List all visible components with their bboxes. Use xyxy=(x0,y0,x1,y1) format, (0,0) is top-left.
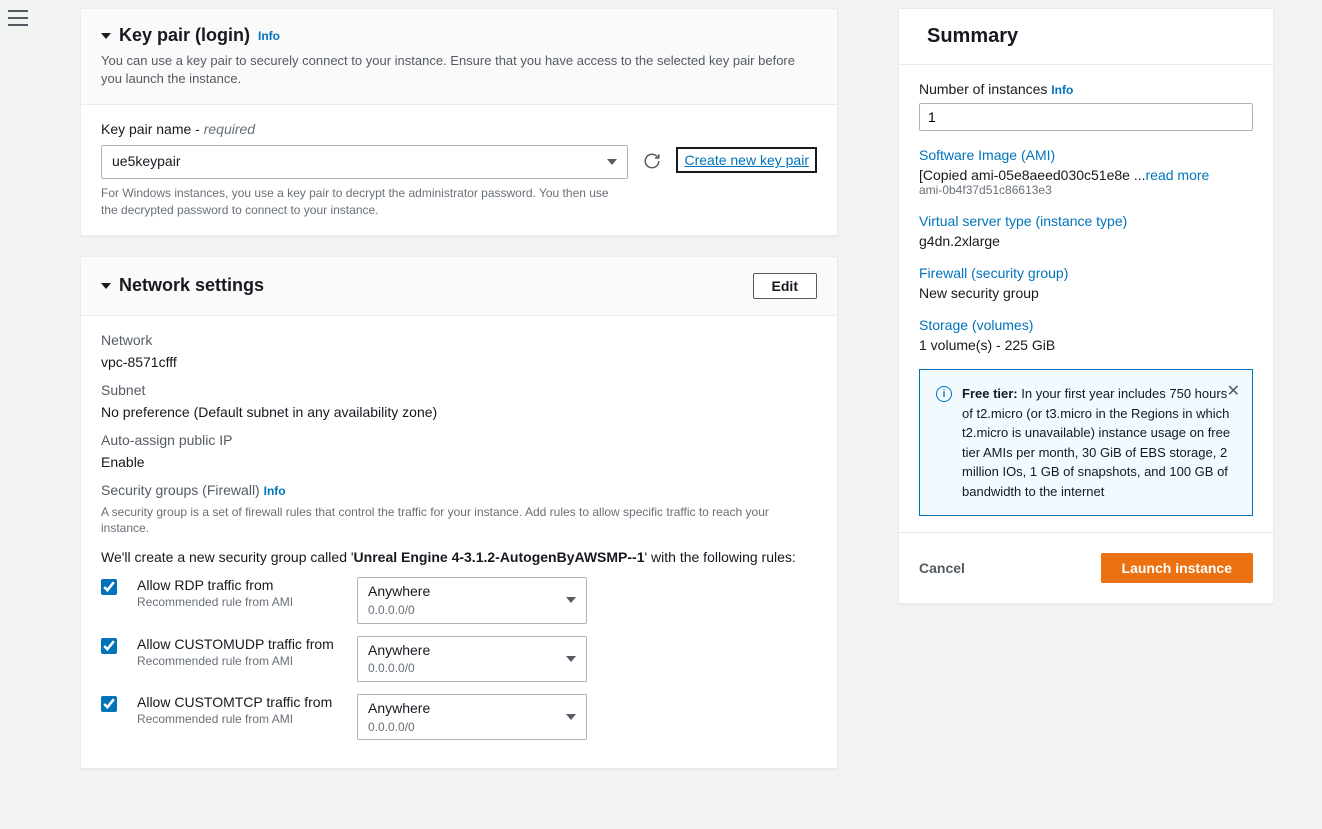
info-icon: i xyxy=(936,386,952,402)
sg-rule-recommended: Recommended rule from AMI xyxy=(137,654,337,668)
sg-rule-label: Allow CUSTOMTCP traffic from xyxy=(137,694,337,710)
keypair-help: For Windows instances, you use a key pai… xyxy=(101,185,628,219)
network-label: Network xyxy=(101,332,817,348)
free-tier-notice: i Free tier: In your first year includes… xyxy=(919,369,1253,516)
chevron-down-icon xyxy=(566,714,576,720)
sg-rule-source-select[interactable]: Anywhere 0.0.0.0/0 xyxy=(357,577,587,623)
summary-ami-id: ami-0b4f37d51c86613e3 xyxy=(919,183,1253,197)
num-instances-label: Number of instances Info xyxy=(919,81,1073,97)
chevron-down-icon xyxy=(101,283,111,289)
sg-desc: A security group is a set of firewall ru… xyxy=(101,504,817,538)
network-value: vpc-8571cfff xyxy=(101,354,817,370)
num-instances-input[interactable] xyxy=(919,103,1253,131)
chevron-down-icon xyxy=(566,597,576,603)
summary-firewall-link[interactable]: Firewall (security group) xyxy=(919,265,1253,281)
security-groups-label: Security groups (Firewall) Info xyxy=(101,482,817,498)
sg-info-link[interactable]: Info xyxy=(264,484,286,498)
network-title: Network settings xyxy=(119,275,264,296)
summary-storage-link[interactable]: Storage (volumes) xyxy=(919,317,1253,333)
keypair-info-link[interactable]: Info xyxy=(258,29,280,43)
keypair-select-value: ue5keypair xyxy=(112,153,181,169)
sg-rule-source-select[interactable]: Anywhere 0.0.0.0/0 xyxy=(357,636,587,682)
sg-rule-recommended: Recommended rule from AMI xyxy=(137,595,337,609)
summary-firewall-value: New security group xyxy=(919,285,1253,301)
subnet-label: Subnet xyxy=(101,382,817,398)
sg-rule-checkbox[interactable] xyxy=(101,696,117,712)
chevron-down-icon xyxy=(101,33,111,39)
sg-rule-row: Allow RDP traffic from Recommended rule … xyxy=(101,577,817,623)
sg-rule-label: Allow CUSTOMUDP traffic from xyxy=(137,636,337,652)
sg-rule-row: Allow CUSTOMTCP traffic from Recommended… xyxy=(101,694,817,740)
keypair-desc: You can use a key pair to securely conne… xyxy=(101,52,817,88)
public-ip-label: Auto-assign public IP xyxy=(101,432,817,448)
num-instances-info-link[interactable]: Info xyxy=(1051,83,1073,97)
summary-type-value: g4dn.2xlarge xyxy=(919,233,1253,249)
menu-toggle[interactable] xyxy=(8,10,28,26)
keypair-panel: Key pair (login) Info You can use a key … xyxy=(80,8,838,236)
summary-ami-link[interactable]: Software Image (AMI) xyxy=(919,147,1253,163)
sg-rule-row: Allow CUSTOMUDP traffic from Recommended… xyxy=(101,636,817,682)
summary-ami-value: [Copied ami-05e8aeed030c51e8e ...read mo… xyxy=(919,167,1253,183)
readmore-link[interactable]: read more xyxy=(1146,167,1210,183)
chevron-down-icon xyxy=(566,656,576,662)
refresh-icon[interactable] xyxy=(642,151,662,171)
sg-rule-checkbox[interactable] xyxy=(101,638,117,654)
chevron-down-icon xyxy=(607,159,617,165)
cancel-button[interactable]: Cancel xyxy=(919,560,965,576)
summary-title: Summary xyxy=(927,25,1018,48)
launch-instance-button[interactable]: Launch instance xyxy=(1101,553,1253,583)
summary-header-toggle[interactable]: Summary xyxy=(899,9,1273,64)
sg-rule-label: Allow RDP traffic from xyxy=(137,577,337,593)
close-icon[interactable]: ✕ xyxy=(1227,380,1240,404)
create-keypair-link[interactable]: Create new key pair xyxy=(676,147,817,173)
sg-rule-recommended: Recommended rule from AMI xyxy=(137,712,337,726)
subnet-value: No preference (Default subnet in any ava… xyxy=(101,404,817,420)
public-ip-value: Enable xyxy=(101,454,817,470)
sg-create-text: We'll create a new security group called… xyxy=(101,549,817,565)
keypair-header-toggle[interactable]: Key pair (login) Info xyxy=(101,25,817,46)
edit-network-button[interactable]: Edit xyxy=(753,273,817,299)
network-panel: Network settings Edit Network vpc-8571cf… xyxy=(80,256,838,770)
sg-rule-source-select[interactable]: Anywhere 0.0.0.0/0 xyxy=(357,694,587,740)
keypair-title: Key pair (login) xyxy=(119,25,250,46)
sg-rule-checkbox[interactable] xyxy=(101,579,117,595)
summary-panel: Summary Number of instances Info Softwar… xyxy=(898,8,1274,604)
keypair-name-label: Key pair name - required xyxy=(101,121,817,137)
keypair-select[interactable]: ue5keypair xyxy=(101,145,628,179)
summary-storage-value: 1 volume(s) - 225 GiB xyxy=(919,337,1253,353)
summary-type-link[interactable]: Virtual server type (instance type) xyxy=(919,213,1253,229)
